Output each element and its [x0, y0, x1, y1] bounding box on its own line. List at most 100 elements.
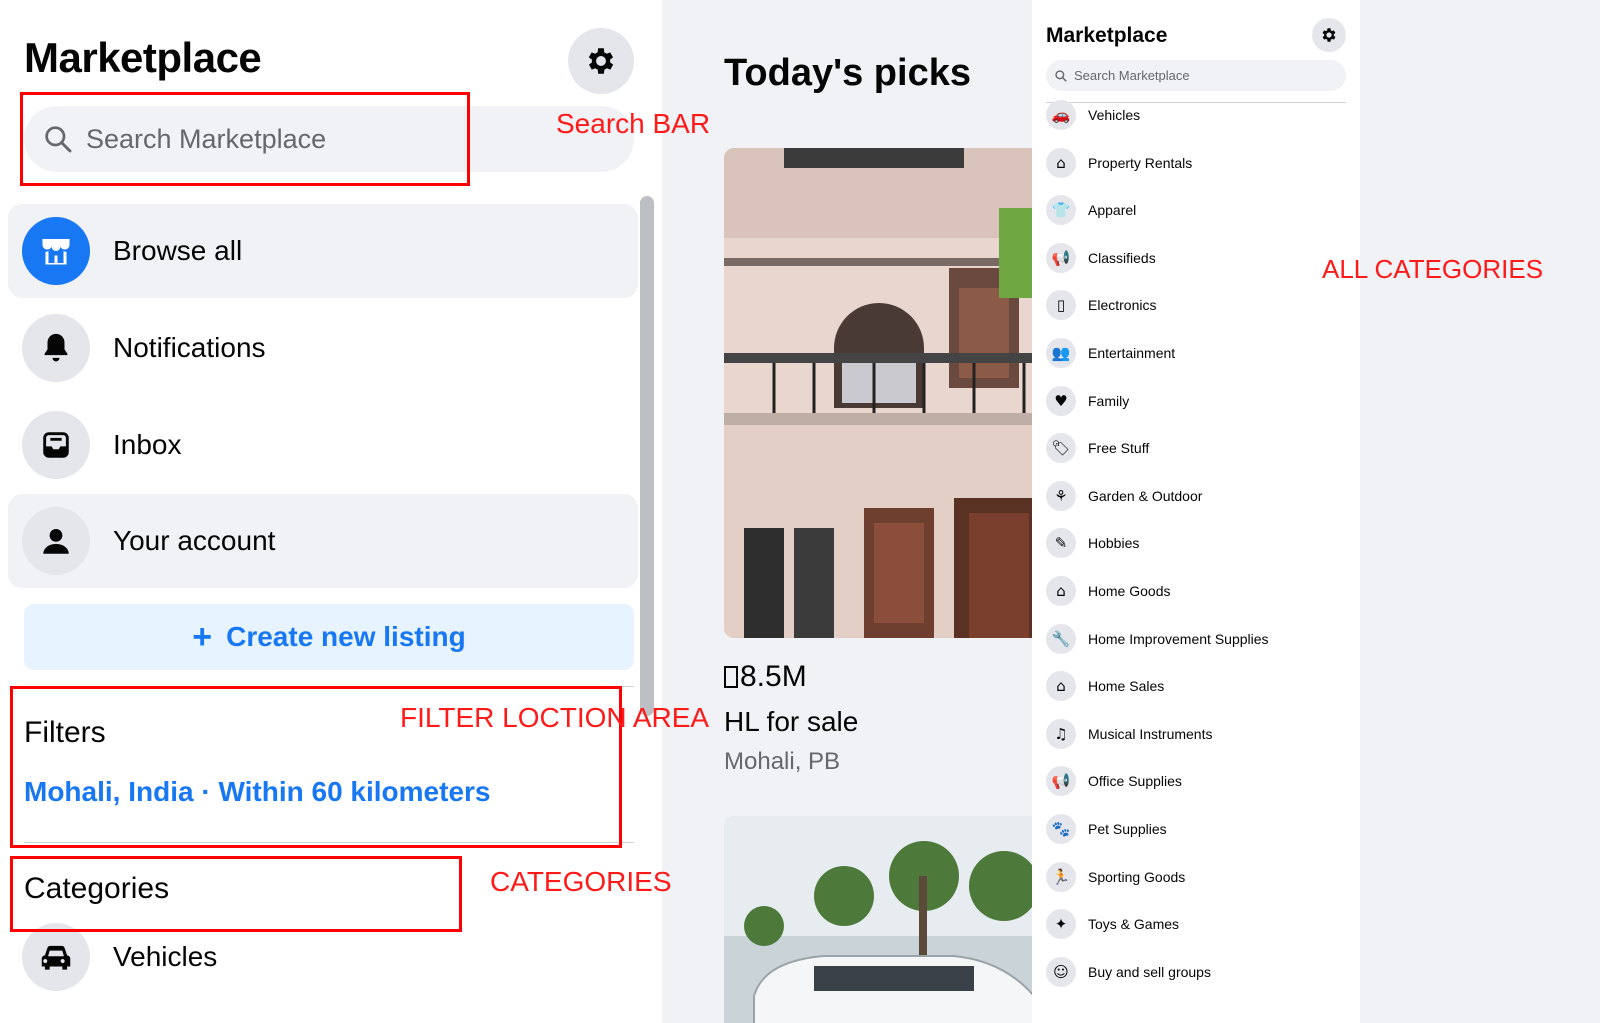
- listing-location: Mohali, PB: [724, 748, 841, 775]
- category-item[interactable]: 📢 Classifieds: [1046, 240, 1156, 276]
- annotation-box-search: [20, 92, 470, 186]
- create-listing-label: Create new listing: [226, 621, 466, 652]
- house-tag-icon: ⌂: [1046, 671, 1076, 702]
- annotation-categories: CATEGORIES: [490, 866, 672, 897]
- nav-browse-all[interactable]: Browse all: [8, 204, 638, 298]
- inbox-icon: [22, 411, 90, 479]
- category-label: Home Improvement Supplies: [1088, 630, 1269, 647]
- category-label: Vehicles: [1088, 107, 1141, 123]
- category-label: Buy and sell groups: [1088, 963, 1211, 980]
- runner-icon: 🏃: [1046, 861, 1076, 892]
- search-input[interactable]: Search Marketplace: [1046, 60, 1346, 91]
- scrollbar[interactable]: [640, 196, 654, 716]
- category-label: Garden & Outdoor: [1088, 487, 1203, 504]
- nav-label: Browse all: [113, 235, 243, 266]
- category-item[interactable]: ♥ Family: [1046, 383, 1129, 419]
- guitar-icon: ♫: [1046, 718, 1076, 749]
- car-photo: [724, 816, 1032, 1023]
- category-label: Classifieds: [1088, 249, 1156, 266]
- home-icon: ⌂: [1046, 576, 1076, 606]
- category-label: Electronics: [1088, 297, 1157, 314]
- category-item[interactable]: ⌂ Home Goods: [1046, 573, 1170, 609]
- category-item[interactable]: ⌂ Home Sales: [1046, 668, 1164, 704]
- annotation-search: Search BAR: [556, 108, 711, 139]
- listing-price-value: 8.5M: [740, 660, 807, 693]
- megaphone-icon: 📢: [1046, 242, 1076, 273]
- category-label: Sporting Goods: [1088, 868, 1186, 885]
- category-item[interactable]: 🚗 Vehicles: [1046, 97, 1140, 133]
- feed-panel: Today's picks 8.5M HL for sale Mohali, P…: [662, 0, 1032, 1023]
- annotation-box-categories: [10, 856, 462, 932]
- nav-notifications[interactable]: Notifications: [8, 301, 638, 395]
- category-item[interactable]: ▯ Electronics: [1046, 287, 1156, 323]
- heart-icon: ♥: [1046, 385, 1076, 416]
- listing-price: 8.5M: [724, 660, 807, 694]
- panel-title: Marketplace: [1046, 24, 1168, 47]
- category-label: Home Goods: [1088, 583, 1171, 599]
- categories-panel: Marketplace Search Marketplace 🚗 Vehicles…: [1032, 0, 1360, 1023]
- plant-icon: ⚘: [1046, 480, 1076, 511]
- settings-button[interactable]: [1312, 18, 1346, 52]
- category-item[interactable]: 🐾 Pet Supplies: [1046, 811, 1167, 847]
- category-item[interactable]: ✦ Toys & Games: [1046, 906, 1179, 942]
- category-item[interactable]: ⚘ Garden & Outdoor: [1046, 478, 1202, 514]
- shirt-icon: 👕: [1046, 195, 1076, 226]
- nav-label: Vehicles: [113, 941, 218, 972]
- category-item[interactable]: 👥 Entertainment: [1046, 335, 1175, 371]
- puzzle-icon: ✦: [1046, 909, 1076, 940]
- phone-icon: ▯: [1046, 290, 1076, 321]
- create-listing-button[interactable]: + Create new listing: [24, 604, 634, 670]
- category-label: Family: [1088, 392, 1130, 409]
- category-item[interactable]: 🔧 Home Improvement Supplies: [1046, 621, 1269, 657]
- category-label: Musical Instruments: [1088, 725, 1213, 742]
- megaphone-icon: 📢: [1046, 766, 1076, 797]
- category-label: Property Rentals: [1088, 154, 1193, 171]
- category-label: Entertainment: [1088, 345, 1176, 361]
- people-icon: 👥: [1046, 338, 1076, 368]
- settings-button[interactable]: [568, 28, 634, 94]
- listing-image[interactable]: [724, 816, 1032, 1023]
- search-placeholder: Search Marketplace: [1074, 68, 1190, 83]
- category-item[interactable]: ♫ Musical Instruments: [1046, 716, 1212, 752]
- listing-image[interactable]: [724, 148, 1032, 638]
- category-item[interactable]: 👕 Apparel: [1046, 192, 1136, 228]
- brush-icon: ✎: [1046, 528, 1076, 559]
- category-label: Hobbies: [1088, 535, 1140, 552]
- category-label: Pet Supplies: [1088, 821, 1167, 837]
- person-icon: [22, 507, 90, 575]
- nav-label: Your account: [113, 525, 276, 556]
- wrench-icon: 🔧: [1046, 623, 1076, 654]
- category-label: Apparel: [1088, 202, 1137, 219]
- annotation-filter: FILTER LOCTION AREA: [400, 702, 710, 733]
- group-icon: ☺: [1046, 956, 1076, 987]
- category-item[interactable]: 🏷 Free Stuff: [1046, 430, 1149, 466]
- nav-inbox[interactable]: Inbox: [8, 398, 638, 492]
- house-tag-icon: ⌂: [1046, 147, 1076, 178]
- tag-icon: 🏷: [1046, 433, 1076, 464]
- plus-icon: +: [192, 617, 213, 656]
- category-label: Office Supplies: [1088, 773, 1182, 790]
- nav-your-account[interactable]: Your account: [8, 494, 638, 588]
- house-photo: [724, 148, 1032, 638]
- category-item[interactable]: ✎ Hobbies: [1046, 525, 1139, 561]
- gear-icon: [1322, 28, 1336, 42]
- gear-icon: [588, 48, 614, 74]
- category-item[interactable]: 📢 Office Supplies: [1046, 763, 1182, 799]
- paw-icon: 🐾: [1046, 814, 1076, 844]
- listing-title[interactable]: HL for sale: [724, 706, 858, 738]
- category-item[interactable]: ⌂ Property Rentals: [1046, 145, 1192, 181]
- category-label: Free Stuff: [1088, 440, 1150, 457]
- bell-icon: [22, 314, 90, 382]
- category-item[interactable]: ☺ Buy and sell groups: [1046, 954, 1211, 990]
- category-label: Toys & Games: [1088, 916, 1180, 933]
- storefront-icon: [22, 217, 90, 285]
- car-icon: [22, 923, 90, 991]
- feed-title: Today's picks: [724, 52, 971, 94]
- nav-label: Notifications: [113, 332, 266, 363]
- currency-glyph: [724, 666, 738, 688]
- category-label: Home Sales: [1088, 678, 1165, 695]
- nav-label: Inbox: [113, 429, 182, 460]
- annotation-all-categories: ALL CATEGORIES: [1322, 254, 1544, 284]
- category-item[interactable]: 🏃 Sporting Goods: [1046, 859, 1185, 895]
- search-icon: [1055, 69, 1067, 82]
